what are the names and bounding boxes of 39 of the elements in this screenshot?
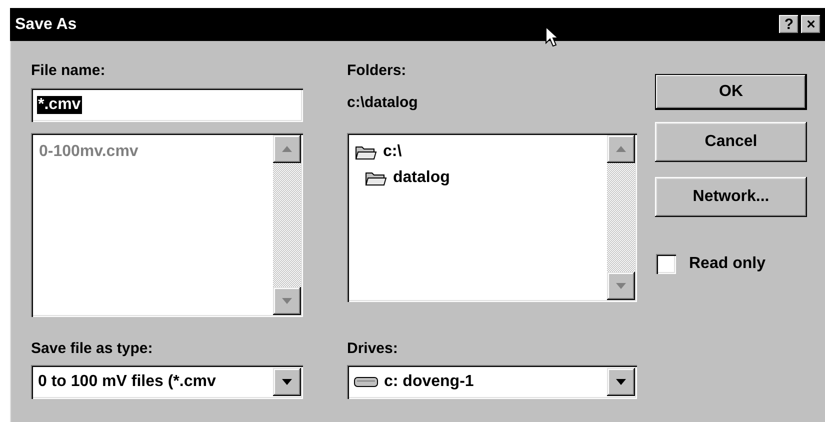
- scrollbar[interactable]: [607, 135, 635, 300]
- scroll-up-button[interactable]: [607, 135, 635, 163]
- triangle-up-icon: [282, 146, 292, 152]
- triangle-down-icon: [282, 379, 292, 385]
- file-name-field[interactable]: *.cmv: [31, 88, 303, 122]
- selected-text: *.cmv: [37, 96, 82, 114]
- drive-dropdown[interactable]: c: doveng-1: [347, 365, 637, 399]
- field-label: Drives:: [347, 339, 399, 359]
- file-type-dropdown[interactable]: 0 to 100 mV files (*.cmv: [31, 365, 303, 399]
- read-only-checkbox[interactable]: [656, 254, 676, 274]
- help-button[interactable]: ?: [779, 15, 799, 34]
- dialog-button[interactable]: Network...: [655, 177, 807, 217]
- field-label: Save file as type:: [31, 339, 154, 359]
- triangle-down-icon: [282, 298, 292, 304]
- dropdown-arrow-button[interactable]: [607, 368, 635, 396]
- close-button[interactable]: ×: [801, 15, 821, 34]
- dropdown-value: 0 to 100 mV files (*.cmv: [38, 373, 216, 391]
- triangle-down-icon: [616, 379, 626, 385]
- window-title: Save As: [15, 16, 78, 34]
- scroll-up-button[interactable]: [273, 135, 301, 163]
- folder-list[interactable]: c:\ datalog: [347, 133, 637, 302]
- scrollbar[interactable]: [273, 135, 301, 315]
- triangle-down-icon: [616, 283, 626, 289]
- folder-item[interactable]: c:\: [383, 143, 402, 161]
- field-label: File name:: [31, 61, 106, 81]
- folder-item[interactable]: datalog: [393, 169, 450, 187]
- triangle-up-icon: [616, 146, 626, 152]
- dialog-button[interactable]: OK: [655, 74, 807, 110]
- scroll-down-button[interactable]: [607, 272, 635, 300]
- scroll-down-button[interactable]: [273, 287, 301, 315]
- checkbox-label: Read only: [689, 255, 766, 273]
- folder-icon: [355, 144, 377, 160]
- dropdown-value: c: doveng-1: [384, 373, 474, 391]
- folder-icon: [365, 170, 387, 186]
- dialog-button[interactable]: Cancel: [655, 122, 807, 162]
- field-label: Folders:: [347, 61, 408, 81]
- folder-path: c:\datalog: [347, 93, 419, 113]
- dropdown-arrow-button[interactable]: [273, 368, 301, 396]
- drive-icon: [354, 376, 378, 388]
